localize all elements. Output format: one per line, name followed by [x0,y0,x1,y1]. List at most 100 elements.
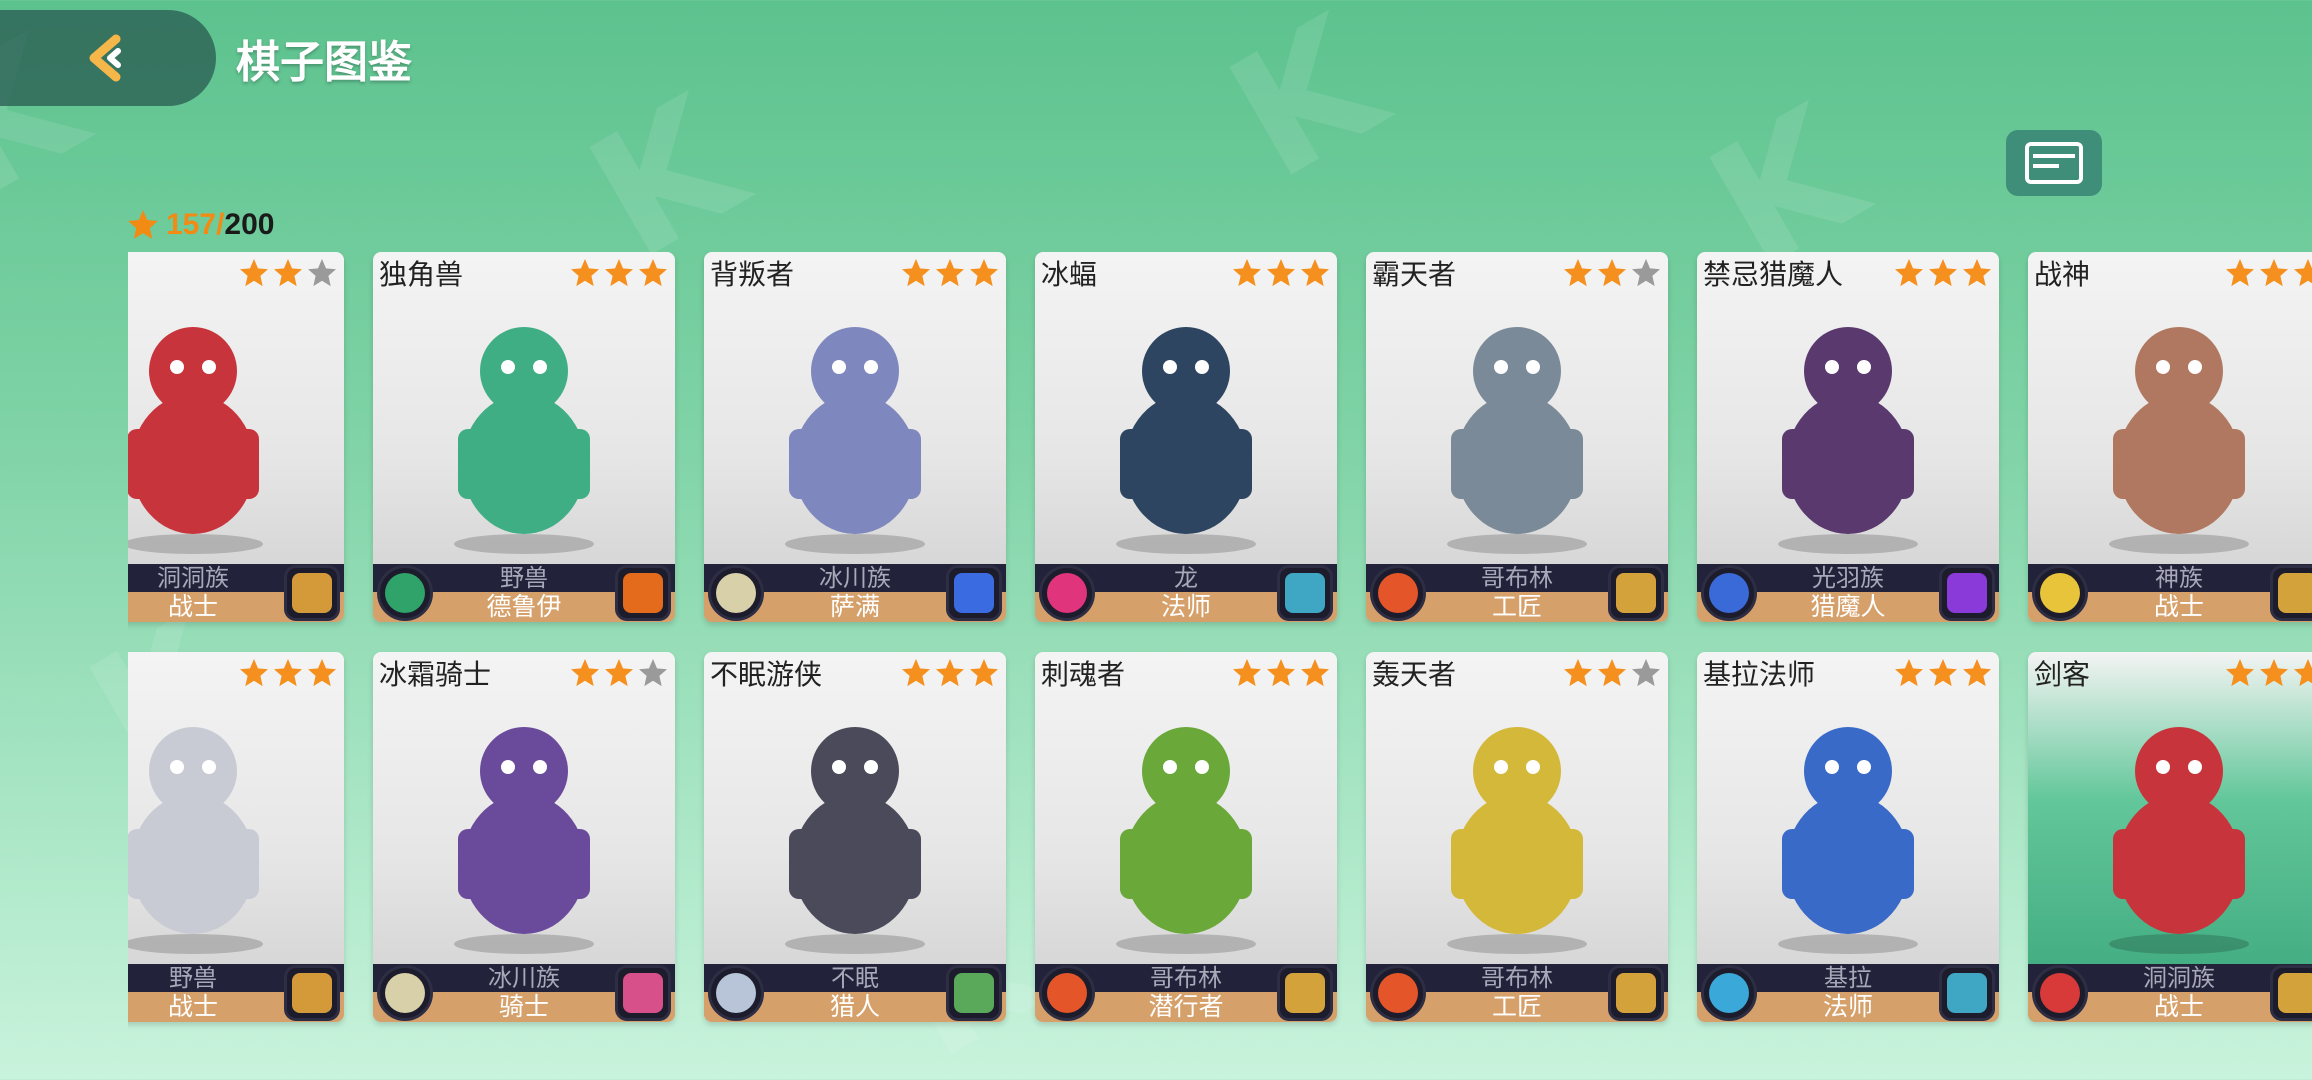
piece-star-rating [1231,657,1331,689]
piece-portrait [128,294,344,564]
race-icon [1701,965,1757,1021]
piece-portrait [704,294,1006,564]
piece-portrait [2028,294,2312,564]
piece-traits: 野兽 德鲁伊 [373,564,675,622]
piece-traits: 不眠 猎人 [704,964,1006,1022]
piece-card[interactable]: 背叛者 冰川族 萨满 [704,252,1006,622]
piece-traits: 洞洞族 战士 [128,564,344,622]
race-icon [1039,565,1095,621]
race-icon [1039,965,1095,1021]
piece-portrait [704,694,1006,964]
piece-card[interactable]: 基拉法师 基拉 法师 [1697,652,1999,1022]
star-filled-icon [2226,259,2254,287]
class-icon [946,965,1002,1021]
piece-name: 冰霜骑士 [379,658,492,691]
piece-star-rating [1562,657,1662,689]
class-icon [1608,565,1664,621]
class-icon [284,965,340,1021]
piece-star-rating [569,657,669,689]
piece-portrait-figure [1778,727,1918,954]
star-filled-icon [1233,259,1261,287]
piece-card-header: 基拉法师 [1697,652,1999,694]
back-arrow-icon [89,34,121,82]
piece-portrait-figure [454,727,594,954]
piece-card[interactable]: 拳王野兽战士 [128,652,344,1022]
star-filled-icon [1233,659,1261,687]
piece-traits: 冰川族 骑士 [373,964,675,1022]
race-icon [377,965,433,1021]
star-filled-icon [1267,659,1295,687]
piece-traits: 光羽族 猎魔人 [1697,564,1999,622]
piece-portrait-figure [1116,327,1256,554]
piece-portrait [1035,694,1337,964]
star-filled-icon [1301,659,1329,687]
piece-card[interactable]: 冰蝠龙法师 [1035,252,1337,622]
piece-card[interactable]: 独角兽 野兽 德鲁伊 [373,252,675,622]
piece-name: 霸天者 [1372,258,1457,291]
page-title: 棋子图鉴 [236,37,412,88]
race-icon [708,565,764,621]
piece-card[interactable]: 不眠游侠 不眠 猎人 [704,652,1006,1022]
piece-card-header: 独角兽 [373,252,675,294]
star-filled-icon [970,659,998,687]
star-filled-icon [605,659,633,687]
star-filled-icon [2226,659,2254,687]
piece-card[interactable]: 剑客 洞洞族 战士 [2028,652,2312,1022]
star-filled-icon [308,659,336,687]
piece-name: 冰蝠 [1041,258,1098,291]
class-icon [2270,965,2312,1021]
star-filled-icon [1895,659,1923,687]
piece-portrait [1366,294,1668,564]
star-filled-icon [1963,259,1991,287]
piece-card-header: 拳王 [128,652,344,694]
piece-portrait-figure [128,727,263,954]
piece-card-header: 禁忌猎魔人 [1697,252,1999,294]
piece-card[interactable]: 刺魂者 哥布林 潜行者 [1035,652,1337,1022]
piece-card[interactable]: 战神 神族 战士 [2028,252,2312,622]
piece-star-rating [1893,257,1993,289]
piece-portrait [1697,694,1999,964]
piece-star-rating [1562,257,1662,289]
piece-star-rating [569,257,669,289]
race-icon [1370,965,1426,1021]
piece-star-rating [238,257,338,289]
race-icon [1370,565,1426,621]
race-icon [2032,565,2088,621]
star-filled-icon [1929,259,1957,287]
piece-grid-viewport[interactable]: 酋长洞洞族战士独角兽野兽德鲁伊背叛者冰川族萨满冰蝠龙法师霸天者哥布林工匠禁忌猎魔… [128,252,2312,1032]
piece-card[interactable]: 轰天者 哥布林 工匠 [1366,652,1668,1022]
piece-card-header: 背叛者 [704,252,1006,294]
piece-traits: 龙法师 [1035,564,1337,622]
star-filled-icon [1564,259,1592,287]
star-filled-icon [2260,659,2288,687]
class-icon [615,965,671,1021]
race-icon [377,565,433,621]
piece-traits: 神族 战士 [2028,564,2312,622]
star-filled-icon [902,659,930,687]
card-view-toggle-button[interactable] [2006,130,2102,196]
piece-portrait [373,694,675,964]
piece-card[interactable]: 冰霜骑士冰川族 骑士 [373,652,675,1022]
star-filled-icon [902,259,930,287]
piece-card[interactable]: 酋长洞洞族战士 [128,252,344,622]
piece-card-header: 剑客 [2028,652,2312,694]
class-icon [1939,965,1995,1021]
collection-owned-count: 157 [166,208,217,241]
piece-star-rating [1893,657,1993,689]
piece-name: 禁忌猎魔人 [1703,258,1844,291]
piece-portrait-figure [1447,327,1587,554]
class-icon [2270,565,2312,621]
star-filled-icon [1963,659,1991,687]
piece-star-rating [900,657,1000,689]
star-filled-icon [970,259,998,287]
class-icon [1277,965,1333,1021]
piece-portrait [1035,294,1337,564]
piece-card[interactable]: 霸天者 哥布林 工匠 [1366,252,1668,622]
top-bar: 棋子图鉴 [0,10,412,106]
star-filled-icon [1929,659,1957,687]
star-filled-icon [936,659,964,687]
piece-card[interactable]: 禁忌猎魔人光羽族 猎魔人 [1697,252,1999,622]
back-button[interactable] [0,10,216,106]
class-icon [284,565,340,621]
star-filled-icon [639,259,667,287]
